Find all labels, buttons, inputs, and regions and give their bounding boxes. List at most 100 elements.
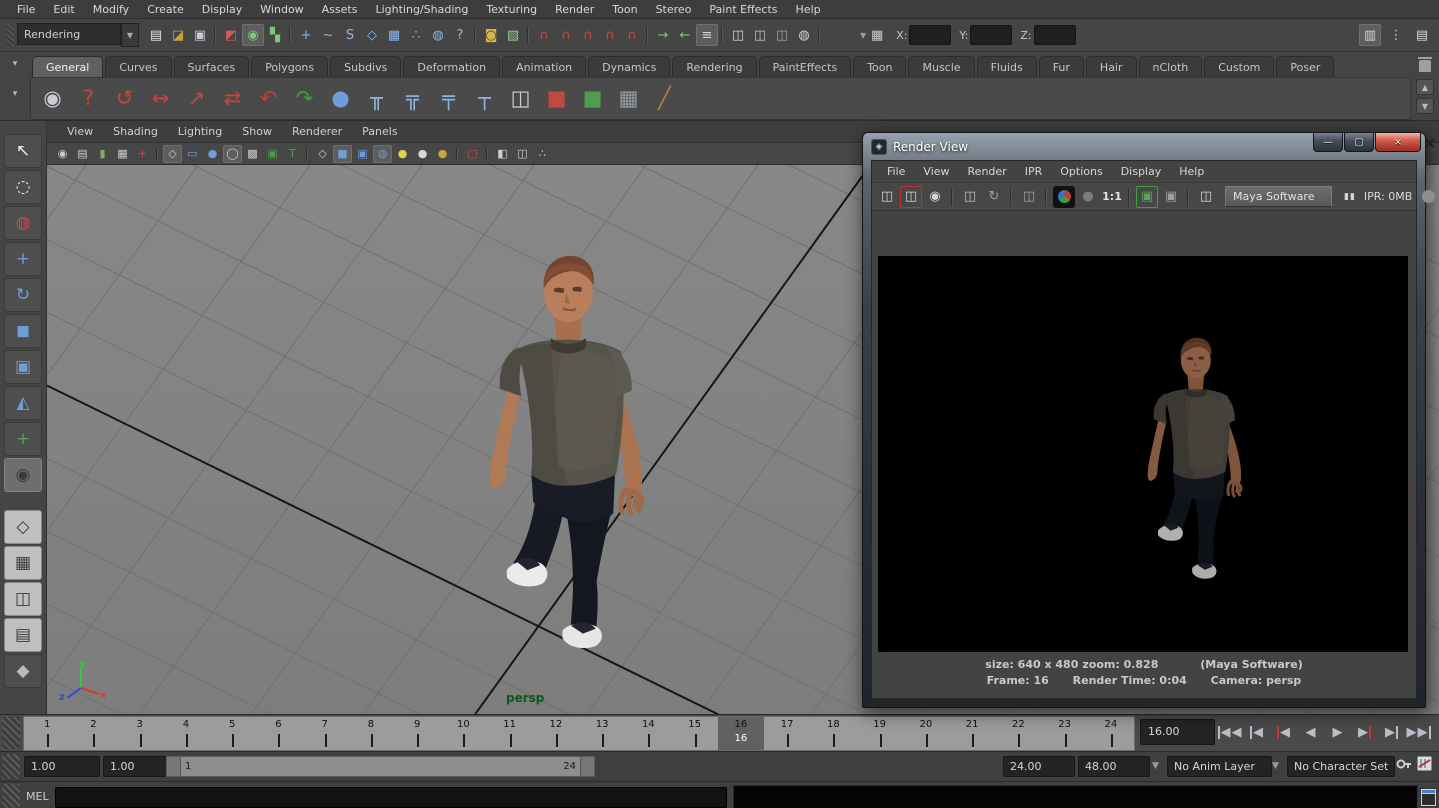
menu-item[interactable]: Render <box>546 3 603 16</box>
mask-deformations-icon[interactable]: ▦ <box>383 24 405 46</box>
smooth-shade-icon[interactable]: ■ <box>333 145 352 163</box>
menu-item[interactable]: File <box>8 3 44 16</box>
animation-end-field[interactable]: 48.00 <box>1078 756 1150 777</box>
shelf-tab[interactable]: Subdivs <box>330 56 401 77</box>
mask-rendering-icon[interactable]: ◍ <box>427 24 449 46</box>
trash-icon[interactable] <box>1418 56 1432 72</box>
shelf-scroll-up-icon[interactable]: ▲ <box>1416 79 1434 95</box>
camera-zoom-icon[interactable]: ⇄ <box>215 81 250 116</box>
x-coord-field[interactable] <box>909 25 951 45</box>
shelf-tab[interactable]: Deformation <box>403 56 500 77</box>
bookmark-icon[interactable]: ▮ <box>93 145 112 163</box>
menu-item[interactable]: Edit <box>44 3 83 16</box>
snap-to-view-plane-icon[interactable]: ∩ <box>621 24 643 46</box>
layout-outliner-pane-button[interactable]: ◫ <box>4 582 42 616</box>
frame-cell-1[interactable]: 1 <box>24 717 70 750</box>
camera-dolly-icon[interactable]: ↗ <box>179 81 214 116</box>
close-button[interactable]: × <box>1375 133 1421 152</box>
render-view-menu-item[interactable]: File <box>878 165 914 178</box>
menu-item[interactable]: Lighting/Shading <box>366 3 477 16</box>
snap-to-curve-icon[interactable]: ∩ <box>555 24 577 46</box>
plugin-shapes-icon[interactable]: ∴ <box>533 145 552 163</box>
pause-ipr-icon[interactable]: ▮▮ <box>1344 192 1356 202</box>
range-slider-grip[interactable] <box>2 754 20 779</box>
new-scene-icon[interactable]: ▤ <box>145 24 167 46</box>
redo-icon[interactable]: ↷ <box>287 81 322 116</box>
shelf-tab[interactable]: Toon <box>853 56 906 77</box>
rgb-channels-icon[interactable] <box>1053 186 1075 208</box>
snap-to-grid-icon[interactable]: ∩ <box>533 24 555 46</box>
camera-attributes-icon[interactable]: ▤ <box>73 145 92 163</box>
menu-set-value[interactable]: Rendering <box>17 23 121 45</box>
play-forwards-button[interactable]: ▶ <box>1324 718 1351 747</box>
region-render-icon[interactable]: ◫ <box>1018 186 1040 208</box>
textured-icon[interactable]: ▣ <box>353 145 372 163</box>
range-slider-bar[interactable]: 1 24 <box>166 756 595 777</box>
menu-item[interactable]: Assets <box>313 3 367 16</box>
anim-layer-field[interactable]: No Anim Layer <box>1167 756 1272 777</box>
panel-menu-item[interactable]: Panels <box>352 125 407 138</box>
frame-cell-9[interactable]: 9 <box>394 717 440 750</box>
menu-set-selector[interactable]: Rendering ▼ <box>17 23 139 47</box>
mask-dynamics-icon[interactable]: ∴ <box>405 24 427 46</box>
frame-cell-4[interactable]: 4 <box>163 717 209 750</box>
delete-unused-icon[interactable]: ● <box>323 81 358 116</box>
frame-cell-2[interactable]: 2 <box>70 717 116 750</box>
step-forward-frame-button[interactable]: ▶ <box>1351 718 1378 747</box>
panel-menu-item[interactable]: Lighting <box>168 125 232 138</box>
panel-menu-item[interactable]: Show <box>232 125 282 138</box>
frame-cell-10[interactable]: 10 <box>440 717 486 750</box>
camera-track-icon[interactable]: ↔ <box>143 81 178 116</box>
render-view-menu-item[interactable]: Display <box>1112 165 1171 178</box>
current-time-field[interactable]: 16.00 <box>1140 719 1215 745</box>
frame-cell-11[interactable]: 11 <box>487 717 533 750</box>
frame-cell-6[interactable]: 6 <box>255 717 301 750</box>
mask-surfaces-icon[interactable]: ◇ <box>361 24 383 46</box>
last-tool-camera[interactable]: ◉ <box>4 458 42 492</box>
set-key-icon[interactable] <box>1396 757 1412 771</box>
alpha-channel-icon[interactable]: ● <box>1077 186 1099 208</box>
snap-to-point-icon[interactable]: ∩ <box>577 24 599 46</box>
render-view-menu-item[interactable]: Render <box>959 165 1016 178</box>
refresh-ipr-icon[interactable]: ↻ <box>983 186 1005 208</box>
camera-tumble-icon[interactable]: ↺ <box>107 81 142 116</box>
panel-menu-item[interactable]: View <box>57 125 103 138</box>
menu-item[interactable]: Window <box>251 3 312 16</box>
panel-menu-item[interactable]: Renderer <box>282 125 352 138</box>
menu-item[interactable]: Modify <box>84 3 138 16</box>
go-to-start-button[interactable]: ◀◀ <box>1216 718 1243 747</box>
shelf-tab[interactable]: Curves <box>105 56 171 77</box>
render-view-menu-item[interactable]: Options <box>1051 165 1111 178</box>
keep-image-icon[interactable]: ▣ <box>1136 186 1158 208</box>
layout-four-pane-button[interactable]: ▦ <box>4 546 42 580</box>
select-tool[interactable]: ↖ <box>4 134 42 168</box>
step-back-frame-button[interactable]: ◀ <box>1270 718 1297 747</box>
shelf-scroll-down-icon[interactable]: ▼ <box>1416 98 1434 114</box>
time-ruler[interactable]: 1234567891011121314151616171819202122232… <box>23 716 1135 751</box>
isolate-select-icon[interactable]: ◧ <box>493 145 512 163</box>
playback-end-field[interactable]: 24.00 <box>1003 756 1075 777</box>
smooth-mesh-icon[interactable]: ▦ <box>611 81 646 116</box>
move-tool[interactable]: + <box>4 242 42 276</box>
hypergraph-input-icon[interactable]: ╦ <box>395 81 430 116</box>
universal-manipulator-tool[interactable]: ▣ <box>4 350 42 384</box>
hypergraph-hierarchy-icon[interactable]: ╥ <box>359 81 394 116</box>
select-by-object-icon[interactable]: ◉ <box>242 24 264 46</box>
chevron-down-icon[interactable]: ▼ <box>1152 761 1159 771</box>
shelf-menu-arrow-icon[interactable]: ▾ <box>8 58 22 70</box>
frame-cell-20[interactable]: 20 <box>903 717 949 750</box>
character-model[interactable] <box>453 250 668 660</box>
menu-item[interactable]: Help <box>787 3 830 16</box>
shelf-tab[interactable]: Fluids <box>977 56 1037 77</box>
gate-mask-icon[interactable]: ◯ <box>223 145 242 163</box>
channel-box-toggle[interactable]: ▤ <box>1411 24 1433 46</box>
soft-modification-tool[interactable]: ◭ <box>4 386 42 420</box>
show-manipulator-tool[interactable]: + <box>4 422 42 456</box>
frame-cell-5[interactable]: 5 <box>209 717 255 750</box>
open-render-view-icon[interactable]: ◫ <box>727 24 749 46</box>
light-all-icon[interactable]: ● <box>393 145 412 163</box>
frame-cell-18[interactable]: 18 <box>810 717 856 750</box>
range-end-handle[interactable] <box>580 757 594 776</box>
snapshot-icon[interactable]: ◉ <box>924 186 946 208</box>
auto-keyframe-icon[interactable] <box>1417 756 1432 771</box>
